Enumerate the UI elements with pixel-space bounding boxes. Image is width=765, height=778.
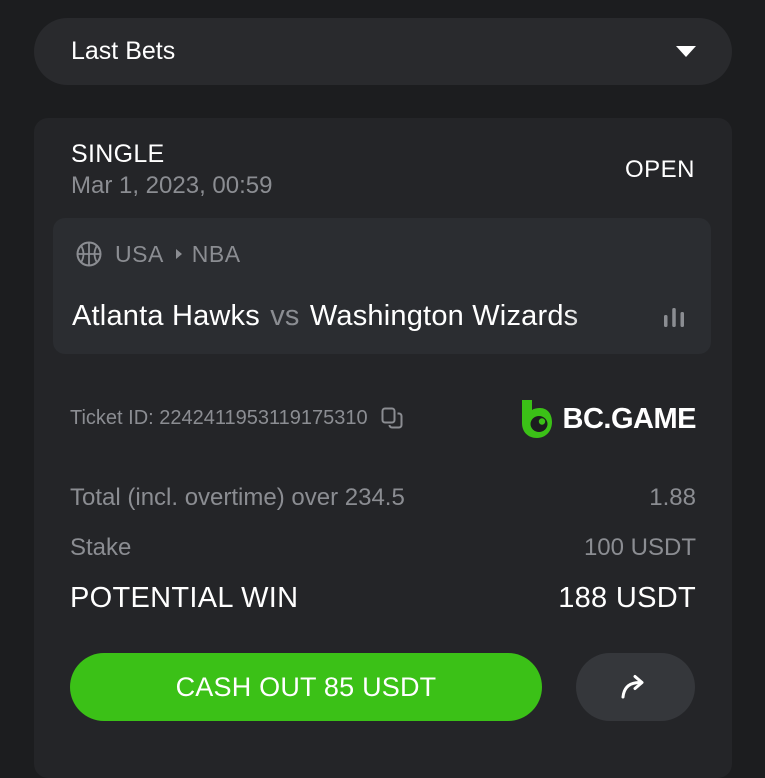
ticket-id: Ticket ID: 2242411953119175310 [70,406,368,429]
breadcrumb-separator-icon [175,249,182,259]
ticket-id-row: Ticket ID: 2242411953119175310 [70,406,404,430]
last-bets-dropdown[interactable]: Last Bets [34,18,732,85]
stake-row: Stake 100 USDT [70,534,696,562]
chevron-down-icon [676,46,696,57]
event-teams: Atlanta Hawks vs Washington Wizards [72,300,632,333]
share-button[interactable] [576,653,695,721]
brand: BC.GAME [520,398,697,440]
bet-status: OPEN [624,156,695,183]
basketball-icon [76,241,102,267]
bc-game-logo-icon [521,400,552,438]
home-team: Atlanta Hawks [72,300,260,332]
market-odds: 1.88 [649,484,696,511]
dropdown-label: Last Bets [71,37,176,65]
event-league: NBA [191,240,241,267]
stake-label: Stake [70,534,132,561]
share-arrow-icon [621,675,643,699]
brand-name: BC.GAME [562,402,697,435]
bet-type: SINGLE [71,140,165,168]
potential-win-label: POTENTIAL WIN [70,582,299,614]
cash-out-button[interactable]: CASH OUT 85 USDT [70,653,542,721]
potential-win-value: 188 USDT [558,582,696,614]
market-label: Total (incl. overtime) over 234.5 [70,484,405,511]
potential-win-row: POTENTIAL WIN 188 USDT [70,582,696,615]
event-country: USA [115,240,164,267]
away-team: Washington Wizards [309,300,579,332]
copy-icon[interactable] [380,406,404,430]
league-breadcrumb: USA NBA [75,240,241,268]
vs-label: vs [270,300,300,332]
bet-date: Mar 1, 2023, 00:59 [71,172,273,199]
event-panel[interactable]: USA NBA Atlanta Hawks vs Washington Wiza… [53,218,711,354]
market-row: Total (incl. overtime) over 234.5 1.88 [70,484,696,512]
stats-icon[interactable] [661,304,687,330]
stake-value: 100 USDT [583,534,696,561]
